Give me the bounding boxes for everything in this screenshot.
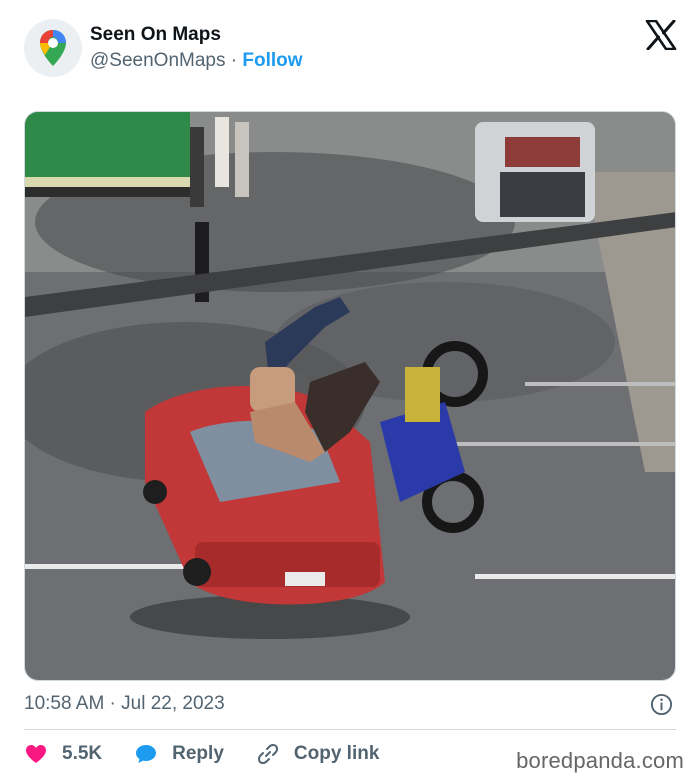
heart-icon <box>26 745 46 763</box>
author-name[interactable]: Seen On Maps <box>90 24 303 46</box>
like-count: 5.5K <box>62 743 103 764</box>
separator-dot: · <box>230 50 238 71</box>
tweet-card: Seen On Maps @SeenOnMaps · Follow 10:58 … <box>0 0 700 783</box>
copy-link-button[interactable]: Copy link <box>256 742 380 766</box>
speech-bubble-icon <box>136 745 157 763</box>
action-bar: 5.5K Reply Copy link <box>24 742 379 766</box>
like-button[interactable]: 5.5K <box>24 742 102 766</box>
author-handle[interactable]: @SeenOnMaps <box>90 50 225 71</box>
reply-label: Reply <box>172 743 224 764</box>
street-crash-photo <box>25 112 675 680</box>
post-image[interactable] <box>24 111 676 681</box>
info-icon[interactable] <box>650 693 673 716</box>
link-icon <box>257 744 278 764</box>
follow-button[interactable]: Follow <box>242 50 302 71</box>
post-timestamp[interactable]: 10:58 AM · Jul 22, 2023 <box>24 693 225 715</box>
author-handle-line: @SeenOnMaps · Follow <box>90 50 303 72</box>
google-maps-pin-icon <box>40 30 66 66</box>
divider <box>24 729 676 730</box>
watermark: boredpanda.com <box>516 748 684 773</box>
author-block: Seen On Maps @SeenOnMaps · Follow <box>90 24 303 72</box>
copy-link-label: Copy link <box>293 743 380 764</box>
x-logo-icon[interactable] <box>645 20 677 50</box>
avatar[interactable] <box>24 19 82 77</box>
reply-button[interactable]: Reply <box>134 742 224 766</box>
